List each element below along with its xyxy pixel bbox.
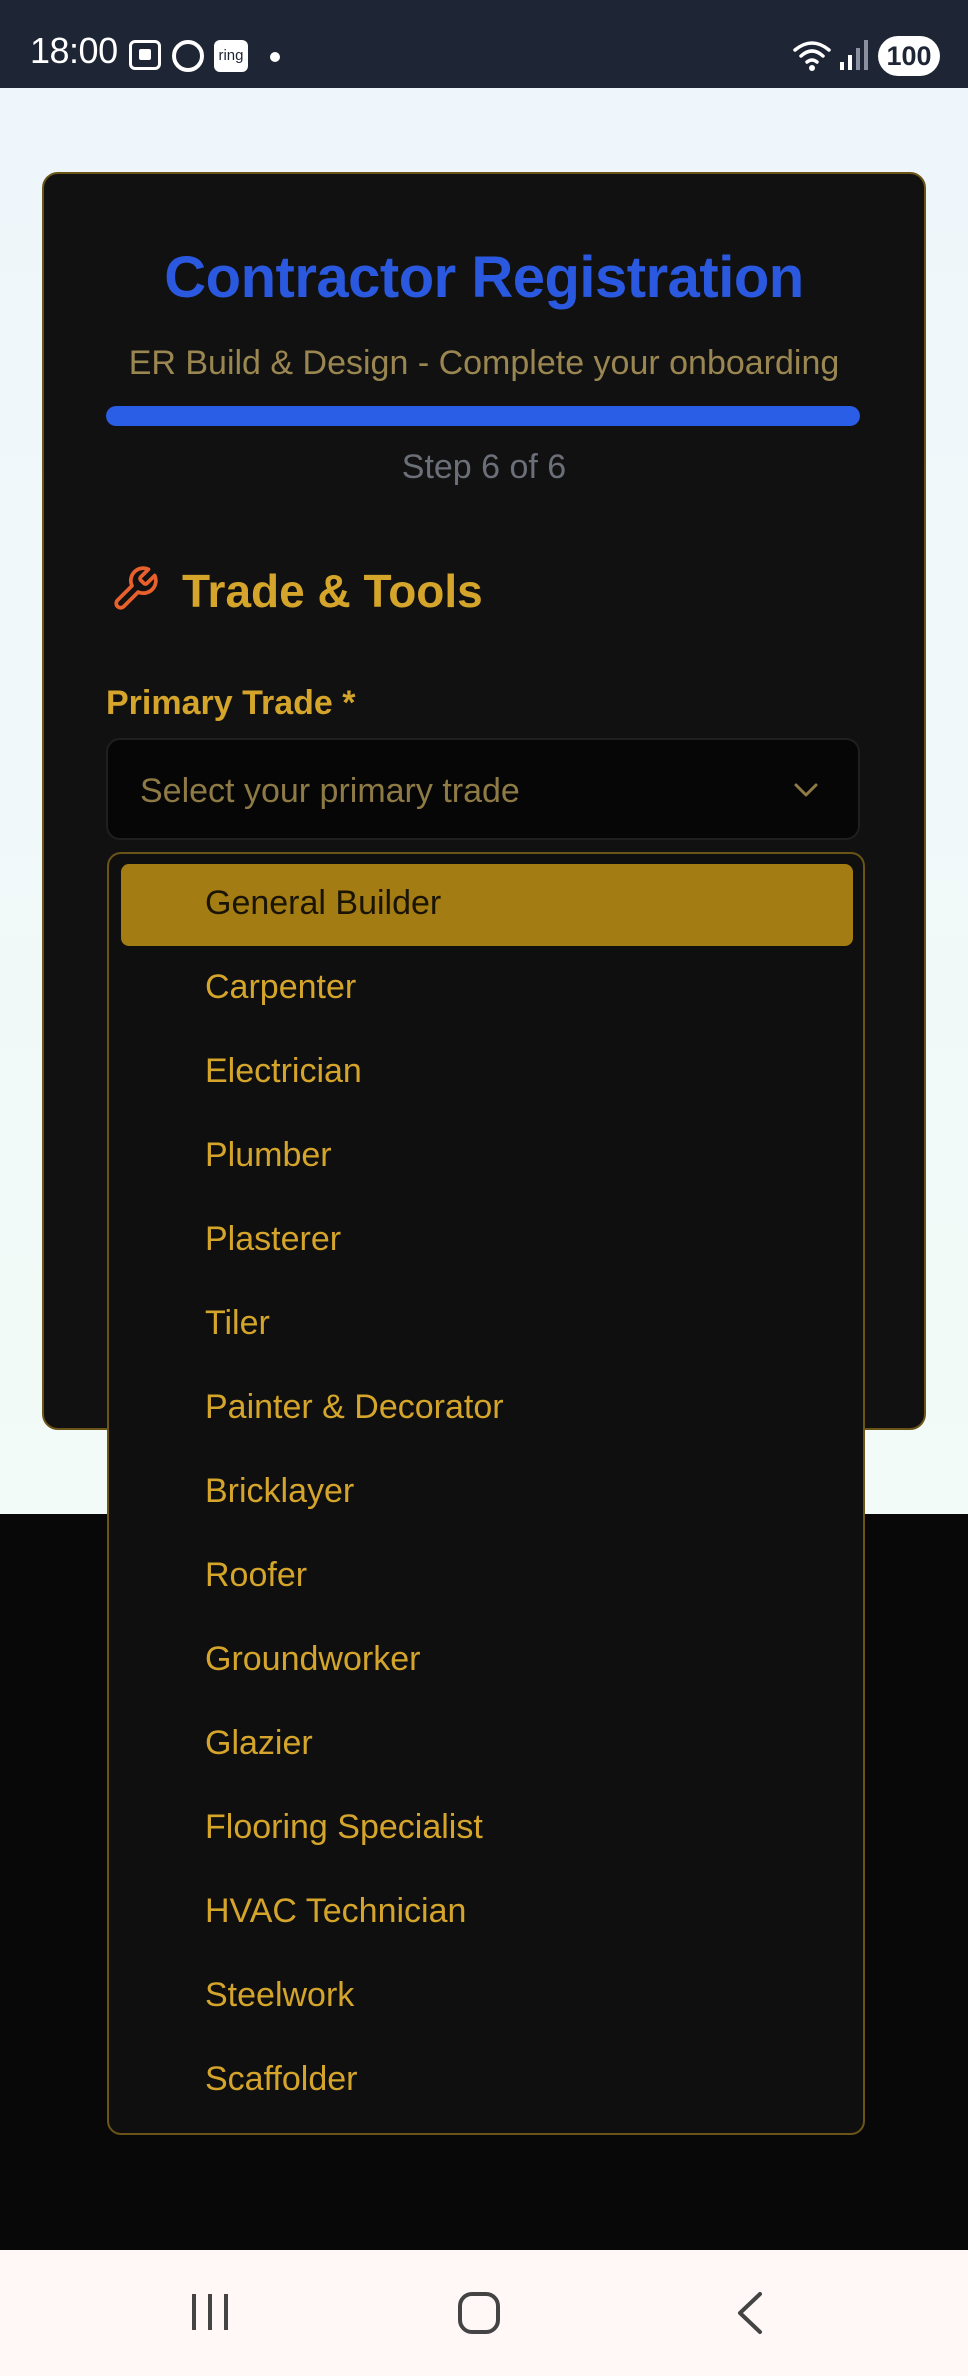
dropdown-option[interactable]: Bricklayer xyxy=(121,1452,853,1534)
dropdown-option[interactable]: General Builder xyxy=(121,864,853,946)
dropdown-option[interactable]: Electrician xyxy=(121,1032,853,1114)
dropdown-option[interactable]: Carpenter xyxy=(121,948,853,1030)
dropdown-option[interactable]: Glazier xyxy=(121,1704,853,1786)
primary-trade-placeholder: Select your primary trade xyxy=(140,772,520,810)
dropdown-option-label: General Builder xyxy=(205,884,442,922)
dropdown-option-label: Roofer xyxy=(205,1556,308,1594)
dropdown-option-label: Flooring Specialist xyxy=(205,1808,483,1846)
dropdown-option[interactable]: Plumber xyxy=(121,1116,853,1198)
dropdown-option-label: Painter & Decorator xyxy=(205,1388,504,1426)
signal-icon xyxy=(840,40,868,70)
dropdown-option-label: Carpenter xyxy=(205,968,357,1006)
system-nav-bar xyxy=(0,2250,968,2376)
dropdown-option[interactable]: Steelwork xyxy=(121,1956,853,2038)
page-subtitle: ER Build & Design - Complete your onboar… xyxy=(128,344,840,382)
dropdown-option[interactable]: Groundworker xyxy=(121,1620,853,1702)
dropdown-option[interactable]: Tiler xyxy=(121,1284,853,1366)
dropdown-option-label: Tiler xyxy=(205,1304,270,1342)
dropdown-option[interactable]: Roofer xyxy=(121,1536,853,1618)
dropdown-option[interactable]: HVAC Technician xyxy=(121,1872,853,1954)
dropdown-option-label: HVAC Technician xyxy=(205,1892,467,1930)
home-icon[interactable] xyxy=(458,2292,500,2334)
page-title: Contractor Registration xyxy=(164,245,804,310)
circle-icon xyxy=(172,40,204,72)
progress-fill xyxy=(106,406,860,426)
dropdown-option[interactable]: Flooring Specialist xyxy=(121,1788,853,1870)
status-bar: 18:00 ring 100 xyxy=(0,0,968,88)
wifi-icon xyxy=(793,41,831,71)
dropdown-option-label: Groundworker xyxy=(205,1640,421,1678)
trade-dropdown-list: General Builder Carpenter Electrician Plumb… xyxy=(107,852,865,2135)
section-title: Trade & Tools xyxy=(182,565,483,617)
battery-icon: 100 xyxy=(878,36,940,76)
progress-bar xyxy=(106,406,860,426)
recents-icon[interactable] xyxy=(188,2292,232,2332)
step-indicator: Step 6 of 6 xyxy=(401,448,567,486)
dropdown-option-label: Steelwork xyxy=(205,1976,355,2014)
dropdown-option-label: Plumber xyxy=(205,1136,332,1174)
dropdown-option[interactable]: Plasterer xyxy=(121,1200,853,1282)
status-time: 18:00 xyxy=(30,30,118,71)
dropdown-option-label: Glazier xyxy=(205,1724,313,1762)
notification-dot-icon xyxy=(270,52,280,62)
screenshot-icon xyxy=(129,40,161,70)
dropdown-option-label: Scaffolder xyxy=(205,2060,358,2098)
chevron-down-icon xyxy=(794,783,818,797)
dropdown-option-label: Bricklayer xyxy=(205,1472,355,1510)
dropdown-option-label: Plasterer xyxy=(205,1220,342,1258)
dropdown-option[interactable]: Scaffolder xyxy=(121,2040,853,2122)
dropdown-option-label: Electrician xyxy=(205,1052,362,1090)
ring-app-icon: ring xyxy=(214,40,248,72)
dropdown-option[interactable]: Painter & Decorator xyxy=(121,1368,853,1450)
primary-trade-label: Primary Trade * xyxy=(106,684,356,722)
back-icon[interactable] xyxy=(732,2290,766,2336)
wrench-icon xyxy=(114,566,158,610)
primary-trade-select[interactable]: Select your primary trade xyxy=(106,738,860,840)
